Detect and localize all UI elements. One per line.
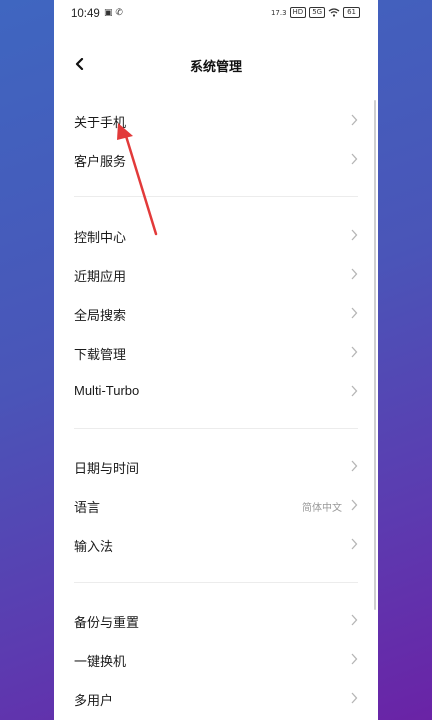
divider [74, 428, 358, 429]
row-label: 日期与时间 [74, 461, 140, 476]
chevron-right-icon [351, 229, 358, 241]
list-item-recent-apps[interactable]: 近期应用 [54, 255, 378, 294]
5g-icon: 5G [309, 7, 326, 18]
settings-group: 控制中心 近期应用 全局搜索 下载管理 Multi-Turbo [54, 216, 378, 411]
status-right: 17.3 HD 5G 61 [271, 7, 360, 18]
row-label: 多用户 [74, 693, 114, 708]
phone-icon: ✆ [115, 8, 123, 18]
battery-icon: 61 [343, 7, 360, 18]
divider [74, 196, 358, 197]
list-item-input-method[interactable]: 输入法 [54, 525, 378, 564]
chevron-right-icon [351, 114, 358, 126]
hd-icon: HD [289, 7, 307, 18]
chevron-right-icon [351, 153, 358, 165]
divider [74, 582, 358, 583]
chevron-right-icon [351, 307, 358, 319]
chevron-right-icon [351, 614, 358, 626]
image-icon: ▣ [104, 8, 113, 18]
chevron-right-icon [351, 653, 358, 665]
settings-group: 日期与时间 语言 简体中文 输入法 [54, 447, 378, 564]
chevron-right-icon [351, 692, 358, 704]
list-item-customer-service[interactable]: 客户服务 [54, 140, 378, 179]
list-item-multi-user[interactable]: 多用户 [54, 679, 378, 718]
status-time: 10:49 [71, 8, 100, 20]
list-item-language[interactable]: 语言 简体中文 [54, 486, 378, 525]
net-speed: 17.3 [270, 8, 287, 17]
chevron-right-icon [351, 460, 358, 472]
row-label: 一键换机 [74, 654, 127, 669]
wifi-icon [328, 8, 340, 17]
chevron-right-icon [351, 268, 358, 280]
title-bar: 系统管理 [54, 44, 378, 88]
chevron-right-icon [351, 538, 358, 550]
row-label: Multi-Turbo [74, 383, 140, 398]
language-value: 简体中文 [302, 503, 342, 514]
scrollbar[interactable] [374, 100, 376, 610]
row-label: 客户服务 [74, 154, 127, 169]
settings-group: 关于手机 客户服务 [54, 101, 378, 179]
row-label: 输入法 [74, 539, 114, 554]
row-label: 控制中心 [74, 230, 127, 245]
row-label: 近期应用 [74, 269, 127, 284]
chevron-right-icon [351, 346, 358, 358]
row-label: 全局搜索 [74, 308, 127, 323]
list-item-about-phone[interactable]: 关于手机 [54, 101, 378, 140]
status-left-icons: ▣ ✆ [104, 8, 123, 18]
list-item-backup-reset[interactable]: 备份与重置 [54, 601, 378, 640]
settings-group: 备份与重置 一键换机 多用户 [54, 601, 378, 718]
page-title: 系统管理 [189, 60, 242, 75]
phone-screen: 10:49 ▣ ✆ 17.3 HD 5G 61 系统管理 关于手机 客户服务 控… [54, 0, 378, 720]
row-label: 语言 [74, 500, 101, 515]
chevron-right-icon [351, 499, 358, 511]
list-item-phone-clone[interactable]: 一键换机 [54, 640, 378, 679]
list-item-multi-turbo[interactable]: Multi-Turbo [54, 372, 378, 411]
status-bar: 10:49 ▣ ✆ 17.3 HD 5G 61 [54, 0, 378, 28]
list-item-global-search[interactable]: 全局搜索 [54, 294, 378, 333]
list-item-control-center[interactable]: 控制中心 [54, 216, 378, 255]
row-label: 关于手机 [74, 115, 127, 130]
row-label: 备份与重置 [74, 615, 140, 630]
row-label: 下载管理 [74, 347, 127, 362]
list-item-download-manager[interactable]: 下载管理 [54, 333, 378, 372]
list-item-date-time[interactable]: 日期与时间 [54, 447, 378, 486]
chevron-right-icon [351, 385, 358, 397]
